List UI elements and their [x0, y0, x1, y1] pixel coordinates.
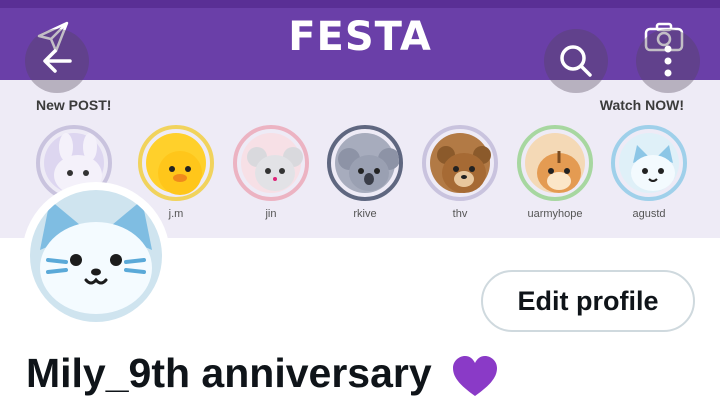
story-name-jin: jin [265, 208, 277, 220]
new-post-label: New POST! [36, 97, 112, 113]
search-icon [560, 45, 592, 77]
watch-now-label: Watch NOW! [599, 97, 684, 113]
story-jin [233, 125, 309, 201]
squirrel-icon [525, 133, 585, 193]
edit-profile-button[interactable]: Edit profile [481, 270, 695, 332]
profile-display-name: Mily_9th anniversary [26, 350, 499, 398]
banner-title: FESTA [288, 14, 432, 60]
back-arrow-icon [43, 49, 72, 73]
more-vertical-icon [664, 45, 672, 77]
story-rkive [327, 125, 403, 201]
display-name-text: Mily_9th anniversary [26, 350, 432, 396]
story-jm [138, 125, 214, 201]
bear-icon [430, 133, 491, 193]
cat-icon [619, 133, 679, 193]
story-agustd [611, 125, 687, 201]
story-name-rkive: rkive [353, 208, 377, 220]
purple-heart-icon [453, 356, 498, 397]
story-name-uarmyhope: uarmyhope [527, 208, 583, 220]
story-name-agustd: agustd [632, 208, 666, 220]
avatar-cat-icon [30, 190, 162, 322]
more-options-button[interactable] [636, 29, 700, 93]
banner-stripe [0, 0, 720, 8]
profile-avatar[interactable] [22, 182, 170, 330]
story-name-thv: thv [452, 208, 468, 220]
back-button[interactable] [25, 29, 89, 93]
story-uarmyhope [517, 125, 593, 201]
search-button[interactable] [544, 29, 608, 93]
chick-icon [146, 133, 206, 195]
mouse-icon [241, 133, 303, 193]
koala-icon [335, 133, 399, 193]
story-thv [422, 125, 498, 201]
